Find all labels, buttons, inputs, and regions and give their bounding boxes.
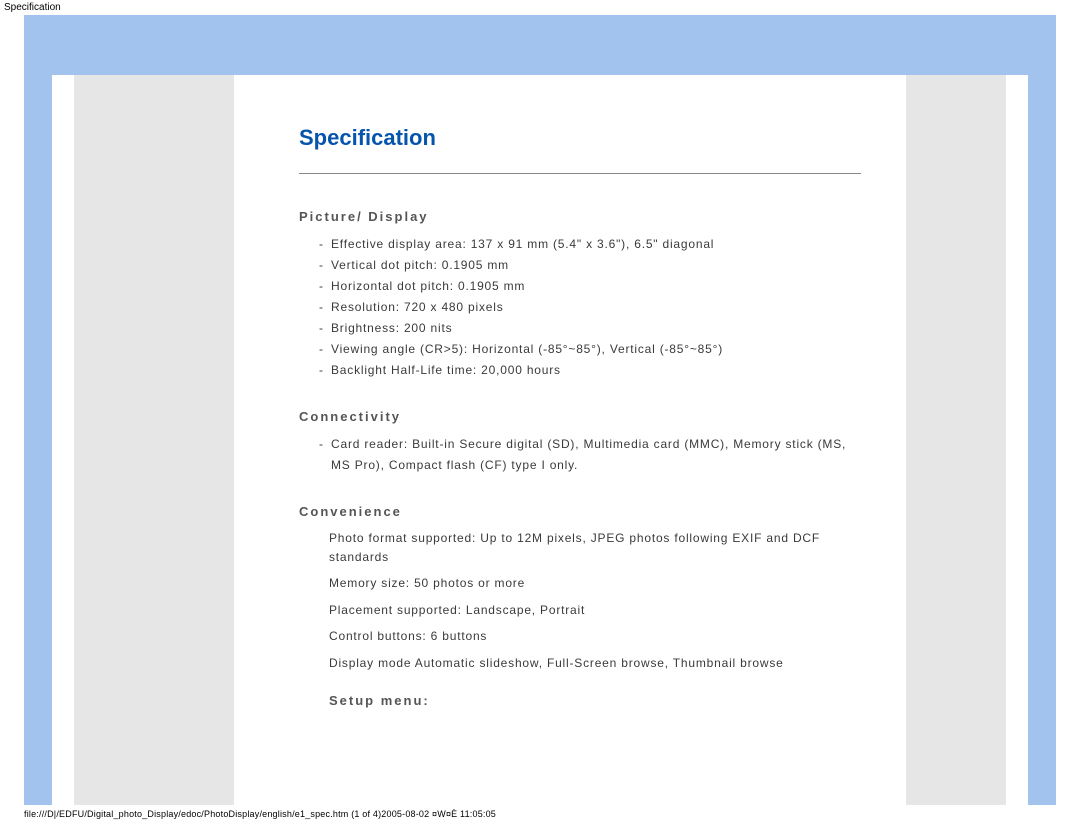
horizontal-rule bbox=[299, 173, 861, 174]
sidebar-right bbox=[906, 75, 1006, 805]
sidebar-left bbox=[74, 75, 234, 805]
connectivity-list: Card reader: Built-in Secure digital (SD… bbox=[299, 434, 861, 476]
footer-file-path: file:///D|/EDFU/Digital_photo_Display/ed… bbox=[0, 805, 1080, 819]
section-title-setup-menu: Setup menu: bbox=[329, 693, 861, 708]
frame-border-top bbox=[24, 15, 1056, 75]
window-title: Specification bbox=[0, 0, 1080, 15]
list-item: Memory size: 50 photos or more bbox=[329, 574, 861, 593]
frame-border-right bbox=[1028, 15, 1056, 805]
list-item: Horizontal dot pitch: 0.1905 mm bbox=[319, 276, 861, 297]
list-item: Viewing angle (CR>5): Horizontal (-85°~8… bbox=[319, 339, 861, 360]
list-item: Backlight Half-Life time: 20,000 hours bbox=[319, 360, 861, 381]
section-title-convenience: Convenience bbox=[299, 504, 861, 519]
list-item: Photo format supported: Up to 12M pixels… bbox=[329, 529, 861, 566]
list-item: Resolution: 720 x 480 pixels bbox=[319, 297, 861, 318]
list-item: Brightness: 200 nits bbox=[319, 318, 861, 339]
convenience-list: Photo format supported: Up to 12M pixels… bbox=[299, 529, 861, 673]
document-content: Specification Picture/ Display Effective… bbox=[234, 75, 906, 805]
list-item: Placement supported: Landscape, Portrait bbox=[329, 601, 861, 620]
list-item: Display mode Automatic slideshow, Full-S… bbox=[329, 654, 861, 673]
page-area: Specification Picture/ Display Effective… bbox=[74, 75, 1006, 805]
picture-display-list: Effective display area: 137 x 91 mm (5.4… bbox=[299, 234, 861, 381]
list-item: Card reader: Built-in Secure digital (SD… bbox=[319, 434, 861, 476]
section-title-connectivity: Connectivity bbox=[299, 409, 861, 424]
section-title-picture-display: Picture/ Display bbox=[299, 209, 861, 224]
list-item: Vertical dot pitch: 0.1905 mm bbox=[319, 255, 861, 276]
list-item: Control buttons: 6 buttons bbox=[329, 627, 861, 646]
outer-frame: Specification Picture/ Display Effective… bbox=[24, 15, 1056, 805]
list-item: Effective display area: 137 x 91 mm (5.4… bbox=[319, 234, 861, 255]
frame-border-left bbox=[24, 15, 52, 805]
page-title: Specification bbox=[299, 125, 861, 151]
